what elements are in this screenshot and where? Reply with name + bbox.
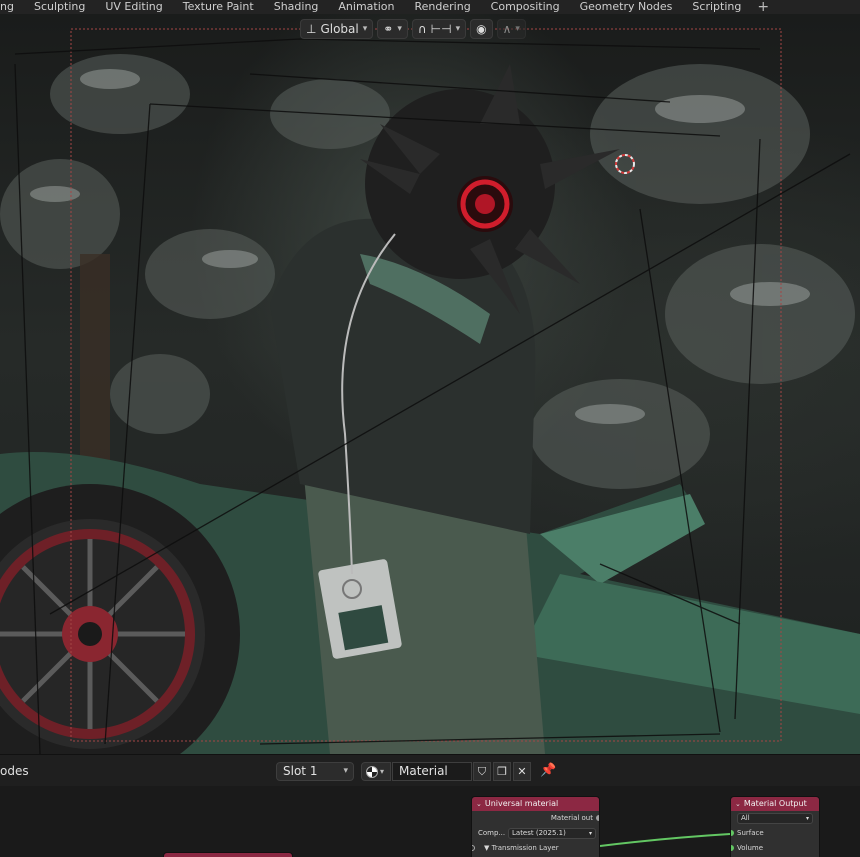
chevron-down-icon: ▾ xyxy=(362,24,368,34)
unlink-material-button[interactable]: ✕ xyxy=(513,762,531,781)
output-row: Material out xyxy=(472,811,599,826)
chevron-down-icon: ▾ xyxy=(455,24,461,34)
add-workspace-button[interactable]: + xyxy=(751,0,775,14)
chevron-down-icon: ▾ xyxy=(380,767,385,776)
close-icon: ✕ xyxy=(517,765,527,778)
expand-icon[interactable]: ▼ xyxy=(484,844,489,852)
fake-user-button[interactable]: ⛉ xyxy=(473,762,491,781)
transmission-row: ▼ Transmission Layer xyxy=(472,841,599,856)
tab-rendering[interactable]: Rendering xyxy=(405,0,481,14)
tab-texture-paint[interactable]: Texture Paint xyxy=(173,0,264,14)
chevron-down-icon: ▾ xyxy=(805,815,809,822)
tab-compositing[interactable]: Compositing xyxy=(481,0,570,14)
transmission-label: Transmission Layer xyxy=(491,844,559,852)
input-socket[interactable] xyxy=(472,845,475,851)
volume-socket[interactable] xyxy=(731,845,734,851)
material-slot-select[interactable]: Slot 1 ▾ xyxy=(276,762,354,781)
proportional-editing-toggle[interactable]: ◉ xyxy=(470,19,493,39)
slot-label: Slot 1 xyxy=(283,764,318,778)
falloff-select[interactable]: ∧ ▾ xyxy=(496,19,526,39)
proportional-edit-icon: ◉ xyxy=(476,22,487,36)
node-title: Universal material xyxy=(484,799,559,808)
partial-node[interactable] xyxy=(163,852,293,857)
output-socket[interactable] xyxy=(596,815,599,821)
transform-orientation-label: Global xyxy=(320,22,359,36)
copy-icon: ❐ xyxy=(497,765,507,778)
shield-icon: ⛉ xyxy=(477,764,487,778)
material-output-node[interactable]: ⌄ Material Output All ▾ Surface Volume xyxy=(730,796,820,857)
tab-scripting[interactable]: Scripting xyxy=(682,0,751,14)
target-value: All xyxy=(741,814,750,822)
tab-geometry-nodes[interactable]: Geometry Nodes xyxy=(570,0,683,14)
orientation-axes-icon: ⊥ xyxy=(306,22,317,36)
browse-material-button[interactable]: ▾ xyxy=(361,762,391,781)
render-scene xyxy=(0,28,860,754)
material-sphere-icon xyxy=(366,765,378,778)
transform-orientation-select[interactable]: ⊥ Global ▾ xyxy=(300,19,374,39)
composite-label: Comp... xyxy=(478,829,506,837)
volume-label: Volume xyxy=(737,844,764,852)
tab-uv-editing[interactable]: UV Editing xyxy=(95,0,172,14)
tab-shading[interactable]: Shading xyxy=(264,0,329,14)
tab-sculpting[interactable]: Sculpting xyxy=(24,0,95,14)
pivot-point-select[interactable]: ⚭ ▾ xyxy=(377,19,408,39)
node-editor-header: odes Slot 1 ▾ ▾ Material ⛉ ❐ ✕ 📌 xyxy=(0,754,860,786)
output-label: Material out xyxy=(550,814,593,822)
node-editor-canvas[interactable]: ⌄ Universal material Material out Comp...… xyxy=(0,786,860,857)
editor-title: odes xyxy=(0,763,29,778)
material-name-field[interactable]: Material xyxy=(392,762,472,781)
node-header[interactable]: ⌄ Universal material xyxy=(472,797,599,811)
surface-row: Surface xyxy=(731,826,819,841)
tab-animation[interactable]: Animation xyxy=(328,0,404,14)
snap-toggle[interactable]: ∩ ⊢⊣ ▾ xyxy=(411,19,467,39)
chevron-down-icon: ▾ xyxy=(588,830,592,837)
chevron-down-icon: ▾ xyxy=(343,766,348,776)
chevron-down-icon: ▾ xyxy=(397,24,402,34)
surface-label: Surface xyxy=(737,829,764,837)
3d-viewport[interactable]: ⊥ Global ▾ ⚭ ▾ ∩ ⊢⊣ ▾ ◉ ∧ ▾ xyxy=(0,14,860,754)
magnet-icon: ∩ xyxy=(417,22,427,36)
link-icon: ⚭ xyxy=(383,22,394,36)
node-title: Material Output xyxy=(743,799,807,808)
chevron-down-icon: ▾ xyxy=(515,24,520,34)
collapse-icon[interactable]: ⌄ xyxy=(735,800,741,808)
surface-socket[interactable] xyxy=(731,830,734,836)
tab-layout[interactable]: ng xyxy=(0,0,24,14)
volume-row: Volume xyxy=(731,841,819,856)
version-value: Latest (2025.1) xyxy=(512,829,566,837)
workspace-tab-bar: ng Sculpting UV Editing Texture Paint Sh… xyxy=(0,0,860,14)
falloff-curve-icon: ∧ xyxy=(502,22,512,36)
composite-row: Comp... Latest (2025.1) ▾ xyxy=(472,826,599,841)
snap-increment-icon: ⊢⊣ xyxy=(430,22,452,36)
version-select[interactable]: Latest (2025.1) ▾ xyxy=(508,828,596,839)
target-select[interactable]: All ▾ xyxy=(737,813,813,824)
viewport-header: ⊥ Global ▾ ⚭ ▾ ∩ ⊢⊣ ▾ ◉ ∧ ▾ xyxy=(300,18,526,40)
universal-material-node[interactable]: ⌄ Universal material Material out Comp...… xyxy=(471,796,600,857)
duplicate-material-button[interactable]: ❐ xyxy=(493,762,511,781)
target-row: All ▾ xyxy=(731,811,819,826)
pin-icon[interactable]: 📌 xyxy=(540,763,556,778)
node-header[interactable]: ⌄ Material Output xyxy=(731,797,819,811)
collapse-icon[interactable]: ⌄ xyxy=(476,800,482,808)
